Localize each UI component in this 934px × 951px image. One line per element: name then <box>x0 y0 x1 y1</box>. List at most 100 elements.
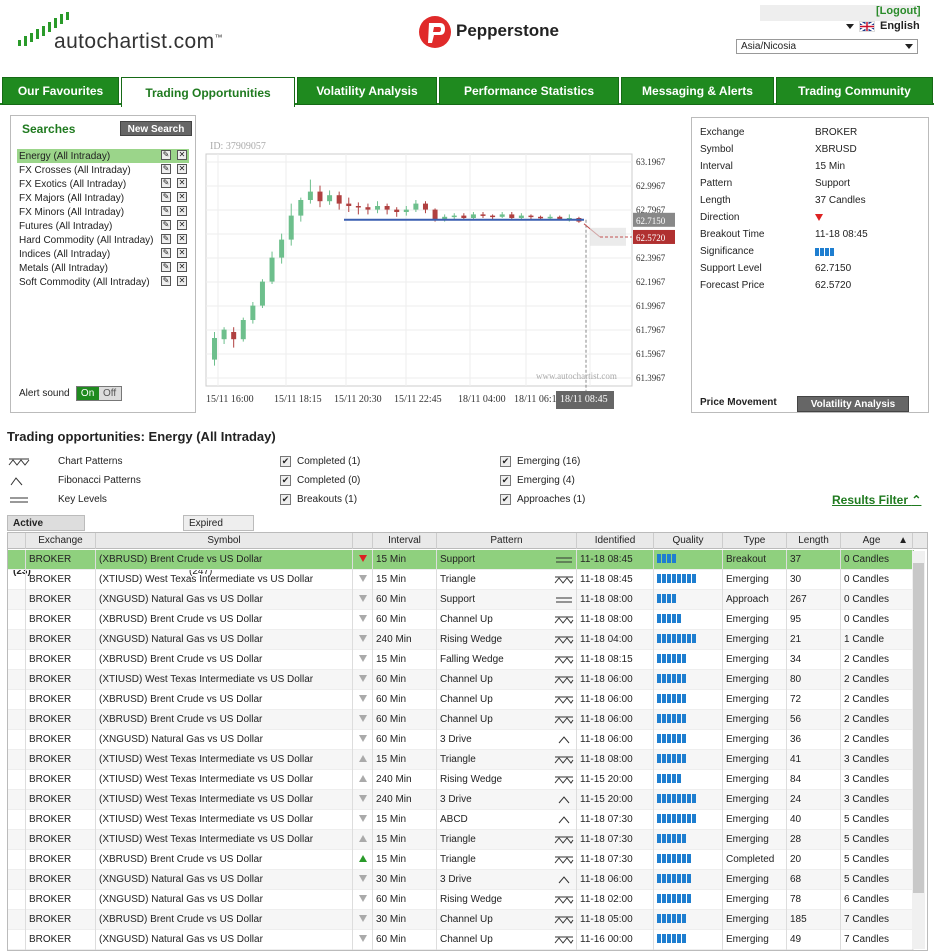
header-age[interactable]: Age ▲ <box>841 533 913 549</box>
table-row[interactable]: BROKER (XNGUSD) Natural Gas vs US Dollar 6… <box>8 929 914 950</box>
checkbox[interactable]: ✔ <box>500 494 511 505</box>
table-row[interactable]: BROKER (XBRUSD) Brent Crude vs US Dollar 6… <box>8 689 914 710</box>
new-search-button[interactable]: New Search <box>120 121 192 136</box>
edit-icon[interactable]: ✎ <box>161 262 171 272</box>
checkbox[interactable]: ✔ <box>280 475 291 486</box>
tab-active-opportunities[interactable]: Active Trading Opportunities (23) <box>7 515 85 577</box>
toggle-on[interactable]: On <box>76 387 99 400</box>
search-item[interactable]: FX Minors (All Intraday) ✎ ✕ <box>17 205 189 219</box>
header-pattern[interactable]: Pattern <box>437 533 577 549</box>
timezone-select[interactable]: Asia/Nicosia <box>736 39 918 54</box>
results-filter-link[interactable]: Results Filter ⌃ <box>832 493 921 507</box>
partner-name: Pepperstone <box>456 21 559 40</box>
tab-trading-community[interactable]: Trading Community <box>776 77 933 105</box>
toggle-off[interactable]: Off <box>98 387 121 400</box>
table-row[interactable]: BROKER (XTIUSD) West Texas Intermediate v… <box>8 669 914 690</box>
table-row[interactable]: BROKER (XBRUSD) Brent Crude vs US Dollar 1… <box>8 549 914 570</box>
checkbox[interactable]: ✔ <box>280 494 291 505</box>
header-length[interactable]: Length <box>787 533 841 549</box>
tab-performance-statistics[interactable]: Performance Statistics <box>439 77 619 105</box>
table-row[interactable]: BROKER (XBRUSD) Brent Crude vs US Dollar 1… <box>8 649 914 670</box>
edit-icon[interactable]: ✎ <box>161 248 171 258</box>
search-item[interactable]: Futures (All Intraday) ✎ ✕ <box>17 219 189 233</box>
cell-exchange: BROKER <box>26 869 96 890</box>
autochartist-logo[interactable]: autochartist.com™ <box>16 12 256 53</box>
scrollbar-thumb[interactable] <box>913 563 924 893</box>
header-quality[interactable]: Quality <box>654 533 723 549</box>
delete-icon[interactable]: ✕ <box>177 206 187 216</box>
header-interval[interactable]: Interval <box>373 533 437 549</box>
edit-icon[interactable]: ✎ <box>161 178 171 188</box>
search-item[interactable]: Soft Commodity (All Intraday) ✎ ✕ <box>17 275 189 289</box>
tab-our-favourites[interactable]: Our Favourites <box>2 77 119 105</box>
tab-messaging-alerts[interactable]: Messaging & Alerts <box>621 77 774 105</box>
search-item[interactable]: FX Majors (All Intraday) ✎ ✕ <box>17 191 189 205</box>
edit-icon[interactable]: ✎ <box>161 192 171 202</box>
alert-sound-toggle[interactable]: On Off <box>75 386 122 401</box>
table-row[interactable]: BROKER (XBRUSD) Brent Crude vs US Dollar 1… <box>8 849 914 870</box>
delete-icon[interactable]: ✕ <box>177 164 187 174</box>
table-row[interactable]: BROKER (XBRUSD) Brent Crude vs US Dollar 3… <box>8 909 914 930</box>
logout-link[interactable]: [Logout] <box>876 5 921 17</box>
search-item[interactable]: FX Exotics (All Intraday) ✎ ✕ <box>17 177 189 191</box>
delete-icon[interactable]: ✕ <box>177 178 187 188</box>
filter-completed-fib[interactable]: ✔ Completed (0) <box>280 475 360 486</box>
edit-icon[interactable]: ✎ <box>161 150 171 160</box>
table-row[interactable]: BROKER (XNGUSD) Natural Gas vs US Dollar 6… <box>8 589 914 610</box>
tab-expired-opportunities[interactable]: Expired Trading Opportunities (247) <box>183 515 255 577</box>
filter-breakouts[interactable]: ✔ Breakouts (1) <box>280 494 357 505</box>
delete-icon[interactable]: ✕ <box>177 248 187 258</box>
cell-interval: 15 Min <box>373 849 437 870</box>
filter-approaches[interactable]: ✔ Approaches (1) <box>500 494 585 505</box>
price-chart[interactable]: 63.196762.996762.796762.596762.396762.19… <box>198 115 686 413</box>
cell-identified: 11-18 07:30 <box>577 849 654 870</box>
checkbox[interactable]: ✔ <box>500 456 511 467</box>
search-item[interactable]: Energy (All Intraday) ✎ ✕ <box>17 149 189 163</box>
header-type[interactable]: Type <box>723 533 787 549</box>
table-row[interactable]: BROKER (XNGUSD) Natural Gas vs US Dollar 3… <box>8 869 914 890</box>
delete-icon[interactable]: ✕ <box>177 262 187 272</box>
language-selector[interactable]: English <box>846 20 920 32</box>
tab-trading-opportunities[interactable]: Trading Opportunities <box>121 77 295 107</box>
search-item[interactable]: Hard Commodity (All Intraday) ✎ ✕ <box>17 233 189 247</box>
edit-icon[interactable]: ✎ <box>161 164 171 174</box>
table-scrollbar[interactable] <box>912 551 925 949</box>
table-row[interactable]: BROKER (XTIUSD) West Texas Intermediate v… <box>8 749 914 770</box>
table-row[interactable]: BROKER (XBRUSD) Brent Crude vs US Dollar 6… <box>8 709 914 730</box>
table-row[interactable]: BROKER (XTIUSD) West Texas Intermediate v… <box>8 569 914 590</box>
edit-icon[interactable]: ✎ <box>161 234 171 244</box>
table-row[interactable]: BROKER (XNGUSD) Natural Gas vs US Dollar 6… <box>8 889 914 910</box>
edit-icon[interactable]: ✎ <box>161 206 171 216</box>
table-row[interactable]: BROKER (XNGUSD) Natural Gas vs US Dollar 6… <box>8 729 914 750</box>
filter-emerging-fib[interactable]: ✔ Emerging (4) <box>500 475 575 486</box>
table-row[interactable]: BROKER (XNGUSD) Natural Gas vs US Dollar 2… <box>8 629 914 650</box>
edit-icon[interactable]: ✎ <box>161 220 171 230</box>
header-symbol[interactable]: Symbol <box>96 533 353 549</box>
tab-volatility-analysis[interactable]: Volatility Analysis <box>297 77 437 105</box>
detail-row: Symbol XBRUSD <box>700 141 920 158</box>
table-row[interactable]: BROKER (XTIUSD) West Texas Intermediate v… <box>8 789 914 810</box>
edit-icon[interactable]: ✎ <box>161 276 171 286</box>
table-row[interactable]: BROKER (XTIUSD) West Texas Intermediate v… <box>8 809 914 830</box>
cell-symbol: (XTIUSD) West Texas Intermediate vs US D… <box>96 809 353 830</box>
delete-icon[interactable]: ✕ <box>177 192 187 202</box>
filter-emerging-chart[interactable]: ✔ Emerging (16) <box>500 456 580 467</box>
header-exchange[interactable]: Exchange <box>26 533 96 549</box>
delete-icon[interactable]: ✕ <box>177 220 187 230</box>
delete-icon[interactable]: ✕ <box>177 150 187 160</box>
header-identified[interactable]: Identified <box>577 533 654 549</box>
checkbox[interactable]: ✔ <box>280 456 291 467</box>
filter-completed-chart[interactable]: ✔ Completed (1) <box>280 456 360 467</box>
detail-row: Pattern Support <box>700 175 920 192</box>
candlestick-chart[interactable]: 63.196762.996762.796762.596762.396762.19… <box>198 115 686 413</box>
delete-icon[interactable]: ✕ <box>177 276 187 286</box>
delete-icon[interactable]: ✕ <box>177 234 187 244</box>
volatility-analysis-button[interactable]: Volatility Analysis <box>797 396 909 412</box>
checkbox[interactable]: ✔ <box>500 475 511 486</box>
search-item[interactable]: Metals (All Intraday) ✎ ✕ <box>17 261 189 275</box>
table-row[interactable]: BROKER (XTIUSD) West Texas Intermediate v… <box>8 769 914 790</box>
search-item[interactable]: Indices (All Intraday) ✎ ✕ <box>17 247 189 261</box>
search-item[interactable]: FX Crosses (All Intraday) ✎ ✕ <box>17 163 189 177</box>
table-row[interactable]: BROKER (XTIUSD) West Texas Intermediate v… <box>8 829 914 850</box>
table-row[interactable]: BROKER (XBRUSD) Brent Crude vs US Dollar 6… <box>8 609 914 630</box>
